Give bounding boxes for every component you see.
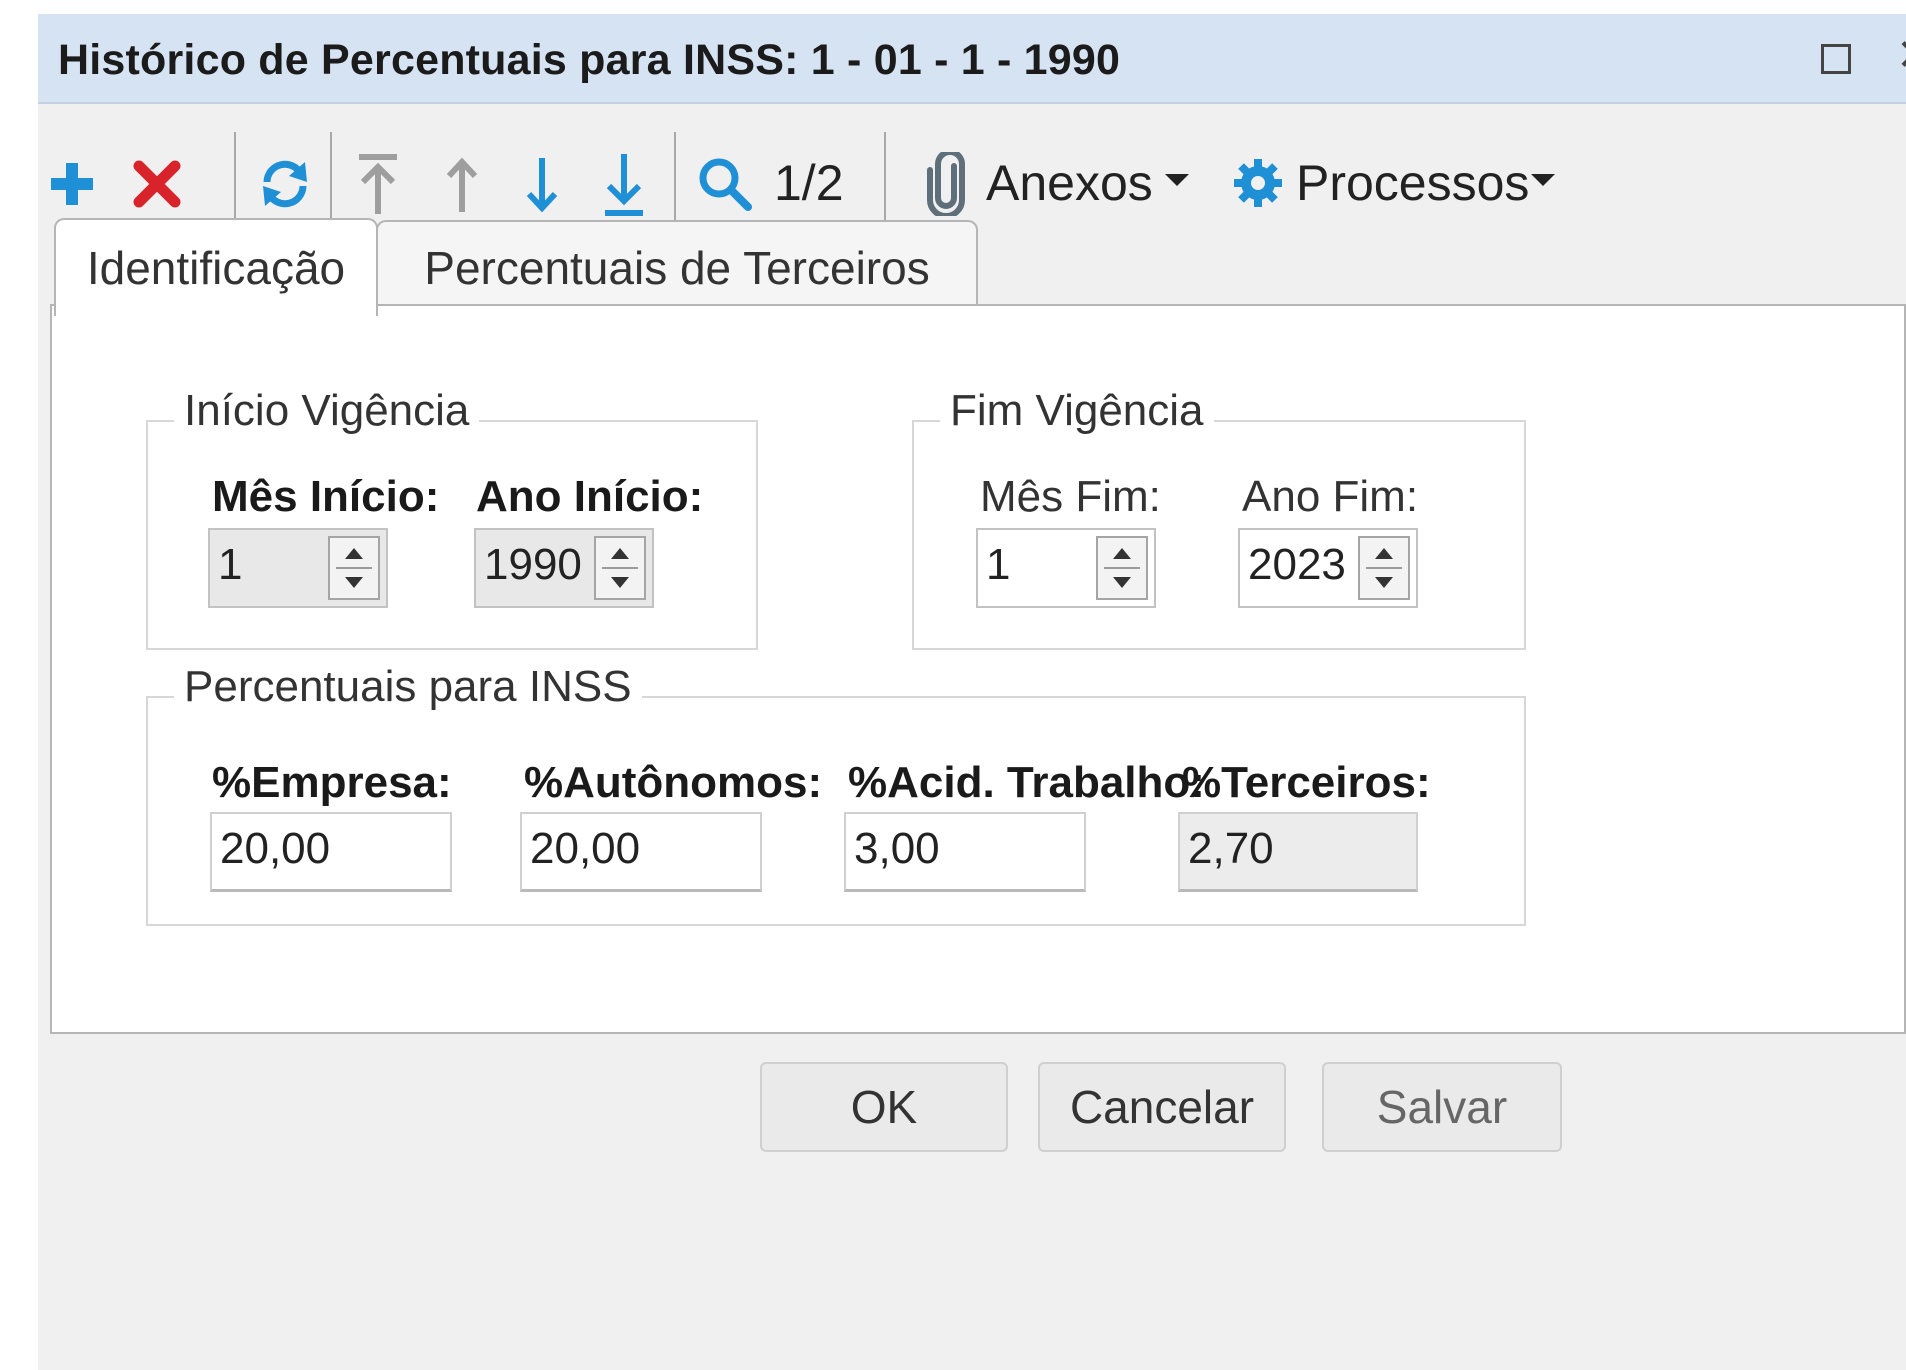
tab-label: Identificação: [86, 242, 346, 294]
spinner-buttons[interactable]: [594, 536, 646, 600]
group-title: Início Vigência: [174, 386, 480, 436]
spinner-buttons[interactable]: [1358, 536, 1410, 600]
add-button[interactable]: [42, 144, 102, 224]
mes-fim-value: 1: [986, 540, 1011, 589]
maximize-button[interactable]: [1821, 44, 1851, 74]
percentuais-inss-group: Percentuais para INSS %Empresa: 20,00 %A…: [146, 662, 1526, 926]
tab-percentuais-terceiros[interactable]: Percentuais de Terceiros: [376, 220, 978, 314]
tab-panel: Início Vigência Mês Início: 1 Ano Início…: [50, 304, 1906, 1034]
arrow-to-bottom-icon: [605, 154, 643, 216]
terceiros-label: %Terceiros:: [1182, 758, 1431, 807]
spinner-divider: [1366, 567, 1402, 569]
mes-inicio-value: 1: [218, 540, 243, 589]
delete-button[interactable]: [122, 144, 192, 224]
spin-down-icon[interactable]: [1113, 577, 1131, 588]
chevron-down-icon: [1165, 174, 1189, 186]
refresh-button[interactable]: [250, 144, 320, 224]
plus-icon: [51, 163, 93, 205]
acid-trabalho-field[interactable]: 3,00: [844, 812, 1086, 892]
anexos-dropdown-arrow[interactable]: [1162, 170, 1192, 190]
arrow-to-top-icon: [359, 154, 397, 214]
acid-trabalho-value: 3,00: [854, 824, 940, 873]
ano-fim-spinner[interactable]: 2023: [1238, 528, 1418, 608]
processos-icon-wrap[interactable]: [1230, 148, 1286, 218]
first-record-button[interactable]: [348, 140, 408, 230]
cancelar-label: Cancelar: [1069, 1081, 1255, 1133]
last-record-button[interactable]: [594, 140, 654, 230]
salvar-button[interactable]: Salvar: [1322, 1062, 1562, 1152]
terceiros-field: 2,70: [1178, 812, 1418, 892]
ano-inicio-spinner[interactable]: 1990: [474, 528, 654, 608]
chevron-down-icon: [1531, 174, 1555, 186]
spin-down-icon[interactable]: [611, 577, 629, 588]
group-title: Percentuais para INSS: [174, 662, 642, 712]
refresh-icon: [263, 160, 307, 208]
spin-up-icon[interactable]: [1375, 548, 1393, 559]
spin-up-icon[interactable]: [611, 548, 629, 559]
tab-label: Percentuais de Terceiros: [424, 242, 930, 294]
terceiros-value: 2,70: [1188, 824, 1274, 873]
anexos-icon-wrap[interactable]: [918, 144, 974, 224]
group-title: Fim Vigência: [940, 386, 1214, 436]
dialog-window: Histórico de Percentuais para INSS: 1 - …: [38, 14, 1906, 1370]
autonomos-value: 20,00: [530, 824, 641, 873]
spin-down-icon[interactable]: [1375, 577, 1393, 588]
ok-button[interactable]: OK: [760, 1062, 1008, 1152]
title-bar: Histórico de Percentuais para INSS: 1 - …: [38, 14, 1906, 104]
arrow-up-icon: [446, 157, 478, 212]
close-button[interactable]: ✕: [1896, 30, 1906, 81]
empresa-field[interactable]: 20,00: [210, 812, 452, 892]
processos-menu[interactable]: Processos: [1296, 148, 1529, 218]
acid-trabalho-label: %Acid. Trabalho:: [848, 758, 1205, 807]
spinner-divider: [602, 567, 638, 569]
previous-record-button[interactable]: [432, 140, 492, 230]
mes-fim-spinner[interactable]: 1: [976, 528, 1156, 608]
search-icon: [699, 158, 752, 211]
spin-up-icon[interactable]: [1113, 548, 1131, 559]
ano-fim-value: 2023: [1248, 540, 1346, 589]
ok-label: OK: [850, 1081, 918, 1133]
spinner-divider: [1104, 567, 1140, 569]
empresa-value: 20,00: [220, 824, 331, 873]
mes-fim-label: Mês Fim:: [980, 472, 1161, 521]
inicio-vigencia-group: Início Vigência Mês Início: 1 Ano Início…: [146, 386, 758, 650]
spinner-divider: [336, 567, 372, 569]
spinner-buttons[interactable]: [1096, 536, 1148, 600]
gear-icon: [1234, 159, 1282, 207]
spin-up-icon[interactable]: [345, 548, 363, 559]
ano-inicio-value: 1990: [484, 540, 582, 589]
paperclip-icon: [927, 152, 965, 216]
spinner-buttons[interactable]: [328, 536, 380, 600]
mes-inicio-label: Mês Início:: [212, 472, 440, 521]
autonomos-field[interactable]: 20,00: [520, 812, 762, 892]
mes-inicio-spinner[interactable]: 1: [208, 528, 388, 608]
salvar-label: Salvar: [1376, 1081, 1508, 1133]
processos-dropdown-arrow[interactable]: [1528, 170, 1558, 190]
delete-x-icon: [133, 160, 181, 208]
tab-identificacao[interactable]: Identificação: [54, 218, 378, 316]
cancelar-button[interactable]: Cancelar: [1038, 1062, 1286, 1152]
spin-down-icon[interactable]: [345, 577, 363, 588]
ano-fim-label: Ano Fim:: [1242, 472, 1419, 521]
empresa-label: %Empresa:: [212, 758, 452, 807]
anexos-menu[interactable]: Anexos: [986, 148, 1153, 218]
next-record-button[interactable]: [512, 140, 572, 230]
arrow-down-icon: [526, 158, 558, 213]
autonomos-label: %Autônomos:: [524, 758, 823, 807]
search-button[interactable]: [690, 144, 760, 224]
window-title: Histórico de Percentuais para INSS: 1 - …: [58, 36, 1121, 84]
record-position: 1/2: [774, 155, 844, 211]
fim-vigencia-group: Fim Vigência Mês Fim: 1 Ano Fim: 2023: [912, 386, 1526, 650]
ano-inicio-label: Ano Início:: [476, 472, 704, 521]
